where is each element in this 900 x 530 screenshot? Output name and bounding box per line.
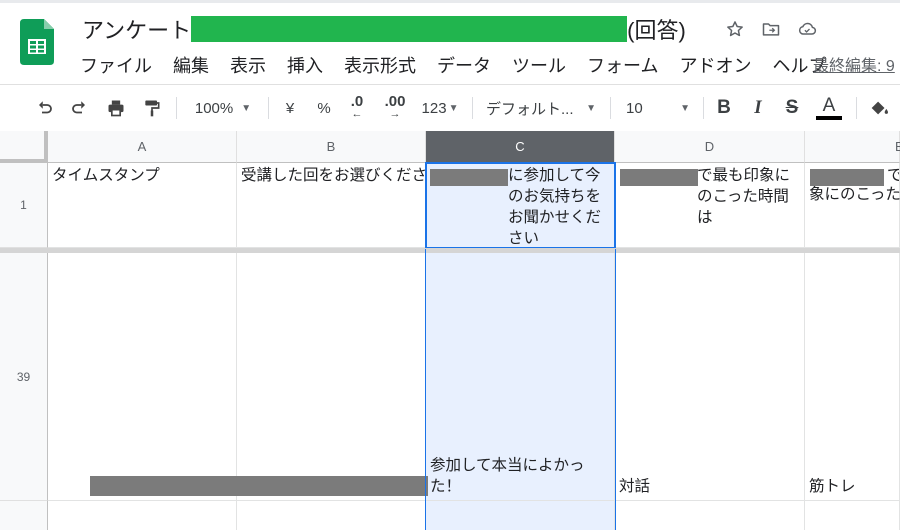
move-folder-icon[interactable] [760,18,782,40]
column-header-e[interactable]: E [805,131,900,163]
cell-a1[interactable]: タイムスタンプ [48,163,237,248]
title-redaction [191,16,628,42]
cell-e40[interactable] [805,501,900,530]
toolbar-divider [176,97,177,119]
title-actions [724,18,818,40]
toolbar-divider [268,97,269,119]
font-family-value: デフォルト... [486,100,574,118]
row-header-1[interactable]: 1 [0,163,48,248]
document-title[interactable]: アンケート (回答) [82,14,686,44]
cell-c40[interactable] [426,501,615,530]
title-suffix: (回答) [627,18,686,43]
paint-format-icon[interactable] [138,85,166,131]
caret-down-icon: ▼ [448,102,459,114]
menu-form[interactable]: フォーム [587,52,658,78]
caret-down-icon: ▼ [680,102,690,114]
cell-d39-text: 対話 [619,478,651,495]
caret-down-icon: ▼ [241,102,252,114]
last-edit-link[interactable]: 最終編集: 9 [813,52,900,76]
row-header-40[interactable] [0,501,48,530]
column-header-b[interactable]: B [237,131,426,163]
row-header-39[interactable]: 39 [0,253,48,501]
cell-b39[interactable] [237,253,426,501]
text-color-label: A [822,95,836,116]
redaction-block [430,169,508,186]
menu-view[interactable]: 表示 [230,52,266,78]
title-bar: アンケート (回答) ファイル 編集 表示 挿入 表示形式 データ ツール フォー… [0,0,900,84]
cell-e39[interactable]: 筋トレ [805,253,900,501]
redaction-block [810,169,884,186]
cloud-saved-icon[interactable] [796,18,818,40]
star-icon[interactable] [724,18,746,40]
toolbar-divider [610,97,611,119]
menu-file[interactable]: ファイル [80,52,152,78]
column-selection-border-right [615,249,616,530]
redaction-block [90,476,428,496]
menu-insert[interactable]: 挿入 [287,52,323,78]
redaction-block [620,169,698,186]
arrow-left-icon: ← [351,108,363,120]
cell-e1-line2: 象にのこった [809,186,900,203]
menu-data[interactable]: データ [437,52,491,78]
toolbar-divider [856,97,857,119]
print-icon[interactable] [102,85,130,131]
text-color-swatch [816,116,842,120]
cell-a40[interactable] [48,501,237,530]
increase-decimal-label: .00 [384,93,406,110]
increase-decimal-button[interactable]: .00 → [380,85,410,131]
italic-button[interactable]: I [745,85,771,131]
text-color-button[interactable]: A [814,85,844,131]
cell-e1-continued: 象にのこった [805,184,900,205]
font-size-select[interactable]: 10 ▼ [622,85,694,131]
cell-d39[interactable]: 対話 [615,253,805,501]
zoom-value: 100% [194,99,234,117]
more-formats-label: 123 [421,99,447,117]
cell-c1-text: に参加して今のお気持ちをお聞かせください [508,167,602,247]
menu-tools[interactable]: ツール [512,52,566,78]
arrow-right-icon: → [389,108,401,120]
cell-c39-text: 参加して本当によかった！ [430,457,585,495]
toolbar-divider [703,97,704,119]
undo-icon[interactable] [32,85,58,131]
cell-e39-text: 筋トレ [809,478,856,495]
more-formats-select[interactable]: 123 ▼ [414,85,466,131]
decrease-decimal-label: .0 [350,93,364,110]
decrease-decimal-button[interactable]: .0 ← [344,85,370,131]
title-prefix: アンケート [82,18,192,43]
column-header-c[interactable]: C [426,131,615,163]
font-family-select[interactable]: デフォルト... ▼ [482,85,600,131]
column-selection-border-left [425,249,426,530]
redo-icon[interactable] [66,85,92,131]
percent-format-button[interactable]: % [312,85,336,131]
menu-format[interactable]: 表示形式 [344,52,416,78]
menu-addons[interactable]: アドオン [679,52,751,78]
sheets-logo-icon[interactable] [20,19,54,65]
font-size-value: 10 [626,99,643,117]
select-all-corner[interactable] [0,131,48,163]
cell-b40[interactable] [237,501,426,530]
currency-format-button[interactable]: ¥ [278,85,302,131]
caret-down-icon: ▼ [586,102,596,114]
fill-color-icon[interactable] [866,85,892,131]
cell-e1-line1: で [887,167,899,184]
cell-d1-text: で最も印象にのこった時間は [697,167,791,226]
toolbar: 100% ▼ ¥ % .0 ← .00 → 123 ▼ デフォルト... ▼ 10 ▼ … [0,84,900,130]
spreadsheet-grid: A B C D E 1 タイムスタンプ 受講した回をお選びくださ に参加して今の… [0,131,900,530]
strikethrough-button[interactable]: S [779,85,805,131]
cell-a39[interactable] [48,253,237,501]
zoom-select[interactable]: 100% ▼ [186,85,260,131]
bold-button[interactable]: B [711,85,737,131]
column-header-a[interactable]: A [48,131,237,163]
top-divider [0,0,900,3]
cell-d40[interactable] [615,501,805,530]
cell-c39[interactable]: 参加して本当によかった！ [426,253,615,501]
cell-b1[interactable]: 受講した回をお選びくださ [237,163,426,248]
menu-edit[interactable]: 編集 [173,52,209,78]
menu-bar: ファイル 編集 表示 挿入 表示形式 データ ツール フォーム アドオン ヘルプ [80,52,847,78]
column-header-d[interactable]: D [615,131,805,163]
toolbar-divider [472,97,473,119]
